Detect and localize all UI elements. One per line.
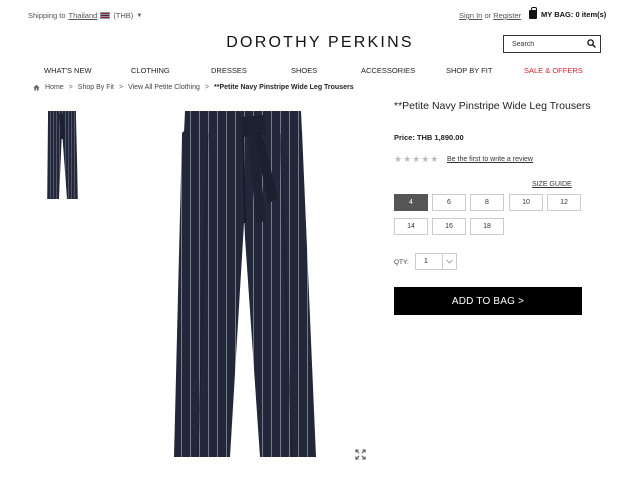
shopping-bag-icon (529, 7, 537, 19)
search-box[interactable] (503, 35, 601, 53)
bag-label: MY BAG: 0 item(s) (541, 10, 607, 19)
or-text: or (484, 11, 492, 20)
search-input[interactable] (504, 40, 584, 48)
home-icon (33, 84, 40, 91)
qty-label: QTY: (394, 259, 409, 266)
add-to-bag-button[interactable]: ADD TO BAG > (394, 287, 582, 315)
size-option-6[interactable]: 6 (432, 194, 466, 211)
breadcrumb-petite-clothing[interactable]: View All Petite Clothing (128, 84, 200, 91)
product-main-image[interactable] (168, 103, 318, 460)
currency-label: (THB) (113, 11, 134, 20)
write-review-link[interactable]: Be the first to write a review (447, 156, 533, 163)
nav-item-dresses[interactable]: DRESSES (211, 66, 247, 75)
star-icon: ★ (430, 154, 439, 164)
breadcrumb-home[interactable]: Home (45, 84, 64, 91)
star-icon: ★ (421, 154, 430, 164)
my-bag-link[interactable]: MY BAG: 0 item(s) (529, 7, 607, 19)
breadcrumb-separator: > (204, 84, 210, 91)
nav-item-sale-offers[interactable]: SALE & OFFERS (524, 66, 583, 75)
size-option-16[interactable]: 16 (432, 218, 466, 235)
star-icon: ★ (394, 154, 403, 164)
rating-stars: ★ ★ ★ ★ ★ (394, 155, 438, 164)
size-option-14[interactable]: 14 (394, 218, 428, 235)
expand-icon[interactable] (355, 449, 366, 460)
sign-in-link[interactable]: Sign In (459, 11, 482, 20)
nav-item-shop-by-fit[interactable]: SHOP BY FIT (446, 66, 492, 75)
chevron-down-icon[interactable]: ▼ (136, 13, 142, 19)
size-guide-link[interactable]: SIZE GUIDE (532, 181, 572, 188)
search-icon[interactable] (587, 39, 596, 48)
size-option-18[interactable]: 18 (470, 218, 504, 235)
shipping-selector[interactable]: Shipping to Thailand (THB) ▼ (28, 11, 142, 20)
shipping-label: Shipping to (28, 11, 66, 20)
main-nav: WHAT'S NEW CLOTHING DRESSES SHOES ACCESS… (0, 66, 640, 78)
nav-item-clothing[interactable]: CLOTHING (131, 66, 170, 75)
size-option-12[interactable]: 12 (547, 194, 581, 211)
breadcrumb-separator: > (118, 84, 124, 91)
chevron-down-icon[interactable] (442, 254, 456, 269)
breadcrumb-shop-by-fit[interactable]: Shop By Fit (78, 84, 114, 91)
breadcrumb-separator: > (68, 84, 73, 91)
account-links: Sign In or Register (459, 11, 521, 20)
register-link[interactable]: Register (493, 11, 521, 20)
shipping-country-link[interactable]: Thailand (69, 11, 98, 20)
nav-item-shoes[interactable]: SHOES (291, 66, 317, 75)
thailand-flag-icon (100, 12, 111, 19)
star-icon: ★ (412, 154, 421, 164)
product-title: **Petite Navy Pinstripe Wide Leg Trouser… (394, 100, 591, 112)
size-option-10[interactable]: 10 (509, 194, 543, 211)
product-thumbnail[interactable] (43, 109, 81, 201)
size-option-8[interactable]: 8 (470, 194, 504, 211)
product-price: Price: THB 1,890.00 (394, 133, 464, 142)
size-option-4[interactable]: 4 (394, 194, 428, 211)
qty-value: 1 (424, 258, 428, 265)
breadcrumb: Home > Shop By Fit > View All Petite Clo… (33, 84, 354, 91)
quantity-select[interactable]: 1 (415, 253, 457, 270)
top-bar: Shipping to Thailand (THB) ▼ Sign In or … (0, 0, 640, 26)
nav-item-whats-new[interactable]: WHAT'S NEW (44, 66, 92, 75)
breadcrumb-current: **Petite Navy Pinstripe Wide Leg Trouser… (214, 84, 354, 91)
star-icon: ★ (403, 154, 412, 164)
nav-item-accessories[interactable]: ACCESSORIES (361, 66, 415, 75)
